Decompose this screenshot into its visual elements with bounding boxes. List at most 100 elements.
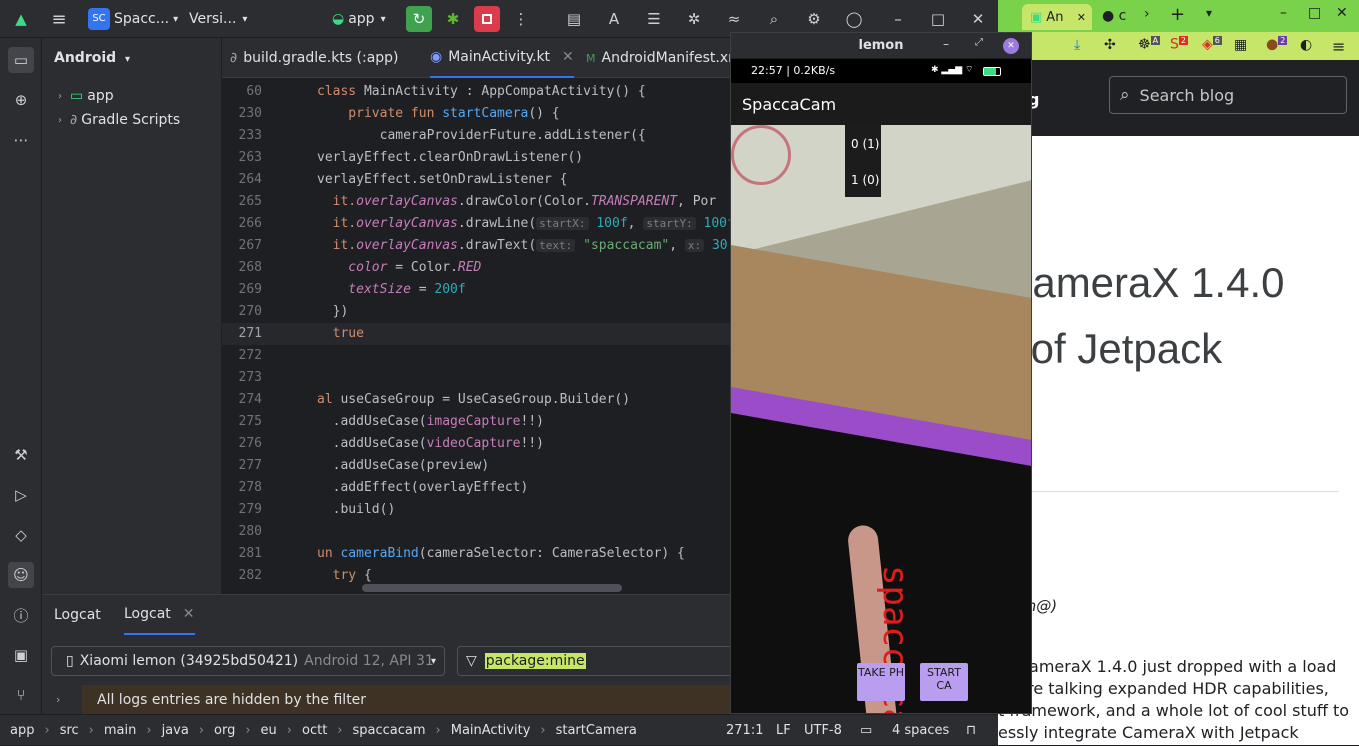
run-config-selector[interactable]: ◒ app ▾ (332, 0, 386, 38)
maximize-icon[interactable]: □ (927, 8, 949, 30)
tree-item-gradle-scripts[interactable]: › ∂ Gradle Scripts (58, 112, 180, 128)
settings-gear-icon[interactable]: ⚙ (803, 8, 825, 30)
tab-android-manifest[interactable]: M AndroidManifest.xml (586, 38, 732, 78)
folder-icon[interactable]: ▭ (8, 47, 34, 73)
take-photo-button[interactable]: TAKE PH (857, 663, 905, 701)
vcs-selector[interactable]: Versi... ▾ (189, 0, 247, 38)
code-line[interactable]: 276 .addUseCase(videoCapture!!) (222, 433, 732, 455)
profile-icon[interactable]: ◐ (1300, 37, 1312, 53)
indent-setting[interactable]: 4 spaces (892, 715, 949, 746)
bookmark-icon[interactable]: ▭ (860, 715, 872, 746)
stop-icon[interactable] (474, 6, 500, 32)
new-tab-icon[interactable]: + (1170, 4, 1185, 25)
tab-scroll-right-icon[interactable]: › (1144, 6, 1150, 22)
code-line[interactable]: 271 true (222, 323, 732, 345)
translate-icon[interactable]: A (603, 8, 625, 30)
hamburger-menu-icon[interactable]: ≡ (48, 8, 70, 30)
browser-tab-active[interactable]: ▣ An ✕ (1022, 4, 1092, 30)
code-line[interactable]: 272 (222, 345, 732, 367)
tab-logcat[interactable]: Logcat ✕ (124, 595, 195, 635)
horizontal-scrollbar[interactable] (362, 584, 622, 592)
profiler-icon[interactable]: ≈ (723, 8, 745, 30)
breadcrumb-item[interactable]: main (104, 723, 136, 738)
close-icon[interactable]: ✕ (967, 8, 989, 30)
breadcrumb-item[interactable]: src (60, 723, 79, 738)
code-line[interactable]: 265 it.overlayCanvas.drawColor(Color.TRA… (222, 191, 732, 213)
code-line[interactable]: 277 .addUseCase(preview) (222, 455, 732, 477)
run-icon[interactable]: ▷ (8, 482, 34, 508)
breadcrumb-item[interactable]: spaccacam (353, 723, 426, 738)
code-line[interactable]: 269 textSize = 200f (222, 279, 732, 301)
project-selector[interactable]: SC Spacc... ▾ (88, 0, 178, 38)
camera-option[interactable]: 1 (0) (851, 173, 879, 187)
tab-build-gradle[interactable]: ∂ build.gradle.kts (:app) (230, 38, 399, 78)
maximize-icon[interactable]: ⤢ (975, 37, 983, 48)
file-encoding[interactable]: UTF-8 (804, 715, 842, 746)
minimize-icon[interactable]: – (1280, 5, 1287, 21)
breadcrumb-item[interactable]: java (162, 723, 189, 738)
code-line[interactable]: 264 verlayEffect.setOnDrawListener { (222, 169, 732, 191)
minimize-icon[interactable]: – (943, 37, 949, 51)
lock-icon[interactable]: ⊓ (966, 715, 976, 746)
logcat-filter-input[interactable]: ▽ package:mine (457, 646, 737, 676)
code-line[interactable]: 266 it.overlayCanvas.drawLine(startX: 10… (222, 213, 732, 235)
debug-icon[interactable]: ✱ (442, 8, 464, 30)
gem-icon[interactable]: ◇ (8, 522, 34, 548)
tab-main-activity[interactable]: ◉ MainActivity.kt ✕ (430, 38, 574, 78)
code-line[interactable]: 274 al useCaseGroup = UseCaseGroup.Builde… (222, 389, 732, 411)
code-line[interactable]: 230 private fun startCamera() { (222, 103, 732, 125)
sync-icon[interactable]: ☰ (643, 8, 665, 30)
code-line[interactable]: 268 color = Color.RED (222, 257, 732, 279)
git-icon[interactable]: ⑂ (8, 682, 34, 708)
caret-position[interactable]: 271:1 (726, 715, 763, 746)
device-selector[interactable]: ▯ Xiaomi lemon (34925bd50421) Android 12… (51, 646, 445, 676)
code-line[interactable]: 279 .build() (222, 499, 732, 521)
start-capture-button[interactable]: START CA (920, 663, 968, 701)
cookie-icon[interactable]: ● 2 (1266, 36, 1288, 53)
line-separator[interactable]: LF (776, 715, 791, 746)
code-line[interactable]: 275 .addUseCase(imageCapture!!) (222, 411, 732, 433)
extension-icon[interactable]: ☸ A (1138, 36, 1161, 53)
chevron-right-icon[interactable]: › (56, 693, 60, 706)
breadcrumb-item[interactable]: app (10, 723, 34, 738)
close-icon[interactable]: ✕ (1003, 38, 1019, 54)
close-icon[interactable]: ✕ (1336, 5, 1348, 21)
project-view-selector[interactable]: Android ▾ (54, 50, 130, 66)
blog-search-input[interactable]: ⌕ Search blog (1109, 76, 1347, 114)
device-manager-icon[interactable]: ▤ (563, 8, 585, 30)
tree-item-app[interactable]: › ▭ app (58, 88, 114, 104)
extension-icon[interactable]: S2 (1170, 36, 1188, 53)
more-vertical-icon[interactable]: ⋮ (510, 8, 532, 30)
code-line[interactable]: 273 (222, 367, 732, 389)
browser-menu-icon[interactable]: ≡ (1332, 37, 1345, 56)
code-line[interactable]: 60 class MainActivity : AppCompatActivity… (222, 81, 732, 103)
minimize-icon[interactable]: – (887, 8, 909, 30)
breadcrumb-item[interactable]: octt (302, 723, 327, 738)
download-icon[interactable]: ⤓ (1074, 37, 1080, 53)
breadcrumb-item[interactable]: MainActivity (451, 723, 531, 738)
camera-preview[interactable]: 0 (1) 1 (0) spaccacam TAKE PH START CA (731, 125, 1031, 713)
build-hammer-icon[interactable]: ⚒ (8, 442, 34, 468)
extensions-icon[interactable]: ✣ (1104, 37, 1116, 53)
code-line[interactable]: 263 verlayEffect.clearOnDrawListener() (222, 147, 732, 169)
apply-changes-icon[interactable]: ↻ (406, 6, 432, 32)
code-line[interactable]: 280 (222, 521, 732, 543)
problems-icon[interactable]: ⓘ (8, 602, 34, 628)
ublock-icon[interactable]: ◈ 6 (1202, 36, 1222, 53)
browser-tab-github[interactable]: ● c (1102, 8, 1126, 24)
qr-code-icon[interactable]: ▦ (1234, 37, 1247, 53)
breadcrumb-item[interactable]: eu (261, 723, 277, 738)
account-icon[interactable]: ◯ (843, 8, 865, 30)
bug-icon[interactable]: ✲ (683, 8, 705, 30)
close-icon[interactable]: ✕ (562, 49, 574, 65)
code-line[interactable]: 278 .addEffect(overlayEffect) (222, 477, 732, 499)
close-icon[interactable]: ✕ (1077, 11, 1086, 24)
maximize-icon[interactable]: □ (1308, 5, 1321, 21)
more-horizontal-icon[interactable]: ⋯ (8, 127, 34, 153)
close-icon[interactable]: ✕ (183, 606, 195, 622)
logcat-icon[interactable]: ☺ (8, 562, 34, 588)
code-area[interactable]: 60 class MainActivity : AppCompatActivity… (222, 81, 732, 594)
terminal-icon[interactable]: ▣ (8, 642, 34, 668)
code-editor[interactable]: ∂ build.gradle.kts (:app) ◉ MainActivity… (222, 38, 732, 594)
resource-manager-icon[interactable]: ⊕ (8, 87, 34, 113)
